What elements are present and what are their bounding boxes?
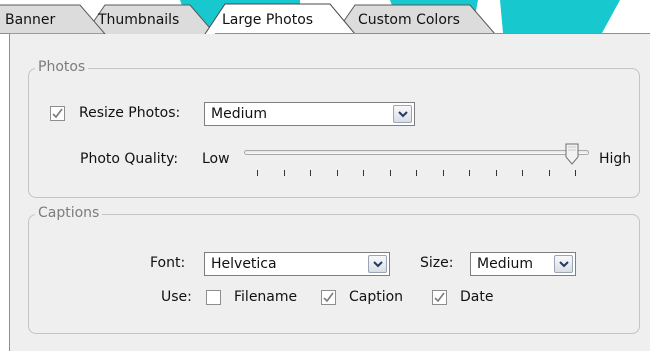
checkmark-icon [52,108,63,119]
photos-legend: Photos [35,59,89,75]
quality-low-label: Low [202,151,230,167]
slider-tick [257,170,258,176]
tab-banner[interactable]: Banner [5,0,55,34]
tab-large-photos[interactable]: Large Photos [222,0,313,34]
chevron-down-icon[interactable] [393,105,412,123]
slider-tick [522,170,523,176]
slider-tick [389,170,391,176]
resize-photos-checkbox[interactable] [50,106,65,121]
slider-tick [469,170,470,176]
captions-group: Captions Font: Helvetica Size: Medium Us… [28,205,640,334]
date-label: Date [460,289,494,305]
chevron-down-icon[interactable] [368,255,387,273]
photo-quality-slider-track[interactable] [244,150,589,155]
slider-tick [336,170,338,176]
slider-tick [495,170,497,176]
quality-high-label: High [599,151,632,167]
caption-size-select[interactable]: Medium [470,252,576,276]
settings-panel: Photos Resize Photos: Medium Photo Quali… [9,33,650,351]
resize-photos-label: Resize Photos: [79,105,181,121]
chevron-down-icon[interactable] [554,255,573,273]
slider-tick [548,170,550,176]
use-label: Use: [161,289,192,305]
slider-tick [575,170,576,176]
slider-tick [416,170,417,176]
caption-size-value: Medium [477,256,533,272]
checkmark-icon [434,292,445,303]
caption-checkbox[interactable] [321,290,336,305]
slider-tick [442,170,444,176]
font-value: Helvetica [211,256,277,272]
font-label: Font: [150,255,186,271]
photos-group: Photos Resize Photos: Medium Photo Quali… [28,59,640,198]
tab-thumbnails[interactable]: Thumbnails [98,0,179,34]
caption-label: Caption [349,289,404,305]
filename-checkbox[interactable] [206,290,221,305]
size-label: Size: [420,255,454,271]
resize-size-select[interactable]: Medium [204,102,415,126]
captions-legend: Captions [35,205,103,221]
slider-tick [283,170,285,176]
slider-tick [310,170,311,176]
photo-quality-slider-thumb[interactable] [565,143,579,165]
checkmark-icon [323,292,334,303]
photo-quality-label: Photo Quality: [80,151,179,167]
slider-tick [363,170,364,176]
filename-label: Filename [234,289,298,305]
tab-custom-colors[interactable]: Custom Colors [358,0,460,34]
font-select[interactable]: Helvetica [204,252,390,276]
tab-strip: Banner Thumbnails Large Photos Custom Co… [0,0,650,34]
resize-size-value: Medium [211,106,267,122]
date-checkbox[interactable] [432,290,447,305]
